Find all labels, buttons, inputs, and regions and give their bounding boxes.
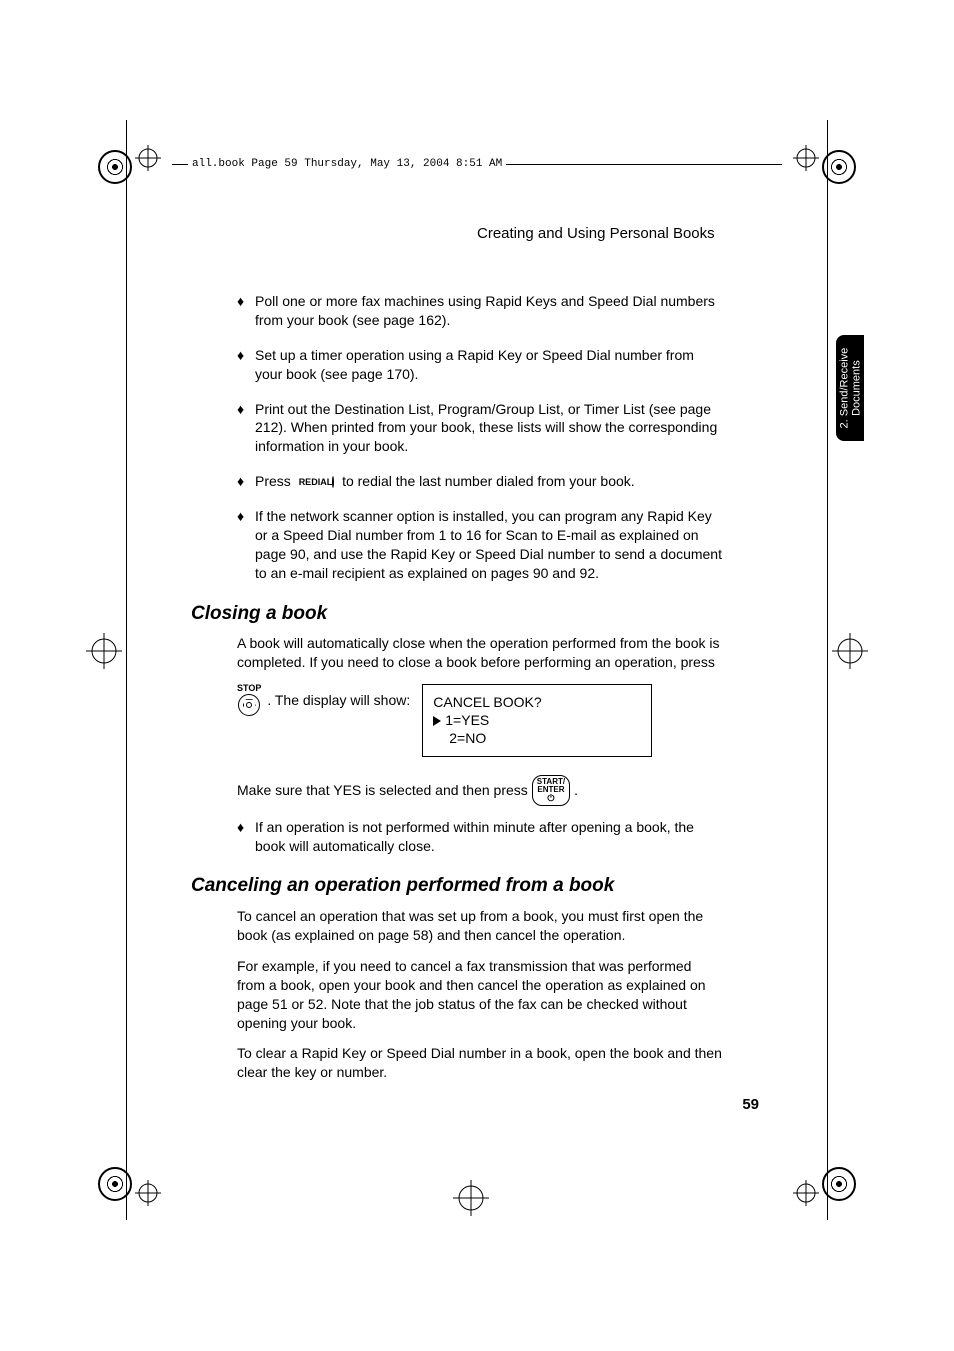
chapter-tab-line2: Documents — [850, 360, 862, 416]
reg-tr-small — [793, 145, 819, 171]
page-number: 59 — [742, 1096, 759, 1113]
cancel-p2: For example, if you need to cancel a fax… — [237, 957, 723, 1033]
bullet-text: Press REDIAL to redial the last number d… — [255, 472, 723, 491]
power-glyph-icon: ⏻ — [537, 794, 565, 803]
lcd-line3: 2=NO — [433, 729, 641, 747]
closing-intro: A book will automatically close when the… — [237, 634, 723, 672]
bullet-item: ♦ Set up a timer operation using a Rapid… — [237, 346, 723, 384]
lcd-line1: CANCEL BOOK? — [433, 693, 641, 711]
diamond-bullet-icon: ♦ — [237, 472, 255, 491]
bullet-text: If an operation is not performed within … — [255, 818, 723, 856]
start-enter-key-icon: START/ ENTER ⏻ — [532, 775, 570, 806]
diamond-bullet-icon: ♦ — [237, 400, 255, 457]
cancel-p3: To clear a Rapid Key or Speed Dial numbe… — [237, 1044, 723, 1082]
closing-stop-row: STOP . The display will show: CANCEL BOO… — [237, 684, 723, 757]
bullet-item: ♦ Poll one or more fax machines using Ra… — [237, 292, 723, 330]
bullet-text: Poll one or more fax machines using Rapi… — [255, 292, 723, 330]
lcd-line2: 1=YES — [445, 712, 489, 728]
redial-key-icon: REDIAL — [299, 478, 335, 487]
bullet-item-press-redial: ♦ Press REDIAL to redial the last number… — [237, 472, 723, 491]
diamond-bullet-icon: ♦ — [237, 507, 255, 583]
reg-br-small — [793, 1180, 819, 1206]
bullet-item: ♦ If the network scanner option is insta… — [237, 507, 723, 583]
reg-bottom — [453, 1180, 489, 1216]
chapter-tab-line1: 2. Send/Receive — [838, 348, 850, 429]
press-redial-pre: Press — [255, 473, 295, 489]
redial-circle-icon — [332, 476, 334, 488]
bullet-text: Print out the Destination List, Program/… — [255, 400, 723, 457]
header-crop-label: all.book Page 59 Thursday, May 13, 2004 … — [188, 158, 506, 170]
diamond-bullet-icon: ♦ — [237, 346, 255, 384]
reg-right — [832, 633, 868, 669]
make-sure-post: . — [574, 781, 578, 800]
lcd-cursor-icon — [433, 716, 441, 726]
stop-label: STOP — [237, 683, 261, 693]
cancel-p1: To cancel an operation that was set up f… — [237, 907, 723, 945]
make-sure-pre: Make sure that YES is selected and then … — [237, 781, 528, 800]
bullet-text: Set up a timer operation using a Rapid K… — [255, 346, 723, 384]
diamond-bullet-icon: ♦ — [237, 818, 255, 856]
body-content: ♦ Poll one or more fax machines using Ra… — [195, 292, 723, 1094]
closing-make-sure: Make sure that YES is selected and then … — [237, 775, 723, 806]
closing-after-stop: . The display will show: — [267, 691, 410, 710]
reg-tl-small — [135, 145, 161, 171]
reg-bl-small — [135, 1180, 161, 1206]
closing-heading: Closing a book — [191, 601, 723, 627]
bullet-item: ♦ If an operation is not performed withi… — [237, 818, 723, 856]
redial-label: REDIAL — [299, 477, 333, 487]
reg-left — [86, 633, 122, 669]
crop-line-right — [827, 120, 828, 1220]
press-redial-post: to redial the last number dialed from yo… — [342, 473, 635, 489]
stop-key-icon: STOP — [237, 684, 261, 716]
crop-line-left — [126, 120, 127, 1220]
chapter-tab: 2. Send/Receive Documents — [836, 335, 864, 441]
diamond-bullet-icon: ♦ — [237, 292, 255, 330]
cancel-heading: Canceling an operation performed from a … — [191, 873, 723, 899]
bullet-item: ♦ Print out the Destination List, Progra… — [237, 400, 723, 457]
lcd-display-box: CANCEL BOOK? 1=YES 2=NO — [422, 684, 652, 757]
bullet-text: If the network scanner option is install… — [255, 507, 723, 583]
page-section-title: Creating and Using Personal Books — [477, 225, 715, 242]
